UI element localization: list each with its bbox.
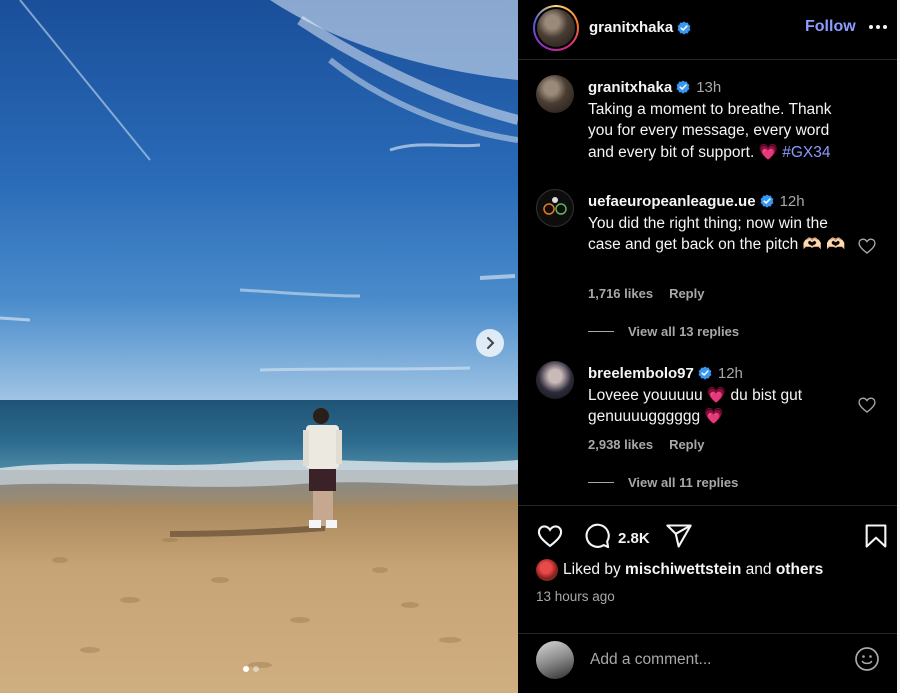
comment-avatar[interactable] bbox=[536, 189, 574, 227]
caption-author-avatar[interactable] bbox=[536, 75, 574, 113]
beach-photo bbox=[0, 0, 518, 693]
liked-by-avatar[interactable] bbox=[536, 559, 558, 581]
verified-badge-icon bbox=[677, 20, 691, 35]
caption-emoji: 💗 bbox=[758, 143, 778, 161]
liked-by-prefix: Liked by bbox=[563, 561, 621, 578]
verified-badge-icon bbox=[676, 80, 690, 94]
liked-by-user[interactable]: mischiwettstein bbox=[625, 561, 741, 579]
comment-likes[interactable]: 2,938 likes bbox=[588, 437, 653, 452]
author-avatar[interactable] bbox=[533, 5, 579, 51]
liked-by: Liked by mischiwettstein and others bbox=[536, 559, 823, 581]
replies-divider bbox=[588, 331, 614, 332]
view-replies-button[interactable]: View all 13 replies bbox=[588, 324, 739, 339]
liked-by-and: and bbox=[745, 561, 772, 578]
more-horizontal-icon[interactable] bbox=[867, 16, 889, 38]
comments-scroll-area[interactable]: granitxhaka 13h Taking a moment to breath… bbox=[518, 61, 897, 505]
post-photo[interactable] bbox=[0, 0, 518, 693]
next-photo-button[interactable] bbox=[476, 329, 504, 357]
caption-time: 13h bbox=[696, 79, 722, 96]
comment-item: uefaeuropeanleague.ue 12h You did the rig… bbox=[518, 189, 897, 329]
reply-button[interactable]: Reply bbox=[669, 437, 704, 452]
author-username[interactable]: granitxhaka bbox=[589, 19, 673, 36]
caption: granitxhaka 13h Taking a moment to breath… bbox=[518, 75, 897, 175]
comment-bubble-icon[interactable] bbox=[583, 522, 611, 550]
comment-time: 12h bbox=[717, 365, 743, 382]
paper-plane-icon[interactable] bbox=[665, 522, 693, 550]
carousel-dot bbox=[253, 666, 259, 672]
comment-username[interactable]: uefaeuropeanleague.ue bbox=[588, 193, 756, 210]
carousel-indicator bbox=[243, 666, 259, 672]
view-replies-button[interactable]: View all 11 replies bbox=[588, 475, 738, 490]
post-header: granitxhaka Follow bbox=[518, 0, 897, 60]
caption-username[interactable]: granitxhaka bbox=[588, 79, 672, 96]
uefa-logo bbox=[543, 197, 567, 215]
comment-count[interactable]: 2.8K bbox=[618, 530, 650, 547]
caption-hashtag[interactable]: #GX34 bbox=[782, 144, 830, 161]
replies-divider bbox=[588, 482, 614, 483]
viewer-avatar bbox=[536, 641, 574, 679]
comment-text: Loveee youuuuu 💗 du bist gut genuuuugggg… bbox=[588, 386, 803, 426]
chevron-right-icon bbox=[487, 337, 495, 349]
comment-time: 12h bbox=[779, 193, 805, 210]
view-replies-label: View all 13 replies bbox=[628, 324, 740, 339]
heart-icon[interactable] bbox=[536, 522, 564, 550]
bookmark-icon[interactable] bbox=[862, 522, 890, 550]
add-comment-bar bbox=[518, 633, 897, 693]
follow-button[interactable]: Follow bbox=[805, 18, 856, 36]
liked-by-others[interactable]: others bbox=[776, 561, 823, 579]
comment-item: breelembolo97 12h Loveee youuuuu 💗 du bis… bbox=[518, 361, 897, 471]
verified-badge-icon bbox=[760, 194, 773, 208]
comment-username[interactable]: breelembolo97 bbox=[588, 365, 694, 382]
view-replies-label: View all 11 replies bbox=[628, 475, 739, 490]
smiley-icon[interactable] bbox=[854, 646, 880, 672]
post-actions: 2.8K Liked by mischiwettstein and others… bbox=[518, 505, 897, 693]
carousel-dot-active bbox=[243, 666, 249, 672]
verified-badge-icon bbox=[698, 366, 712, 380]
heart-icon[interactable] bbox=[857, 395, 877, 415]
post-time[interactable]: 13 hours ago bbox=[536, 589, 615, 604]
reply-button[interactable]: Reply bbox=[669, 286, 704, 301]
post-side-panel: granitxhaka Follow granitxhaka 13h Taking… bbox=[518, 0, 897, 693]
comment-avatar[interactable] bbox=[536, 361, 574, 399]
add-comment-input[interactable] bbox=[590, 646, 840, 674]
comment-likes[interactable]: 1,716 likes bbox=[588, 286, 653, 301]
heart-icon[interactable] bbox=[857, 236, 877, 256]
comment-text: You did the right thing; now win the cas… bbox=[588, 214, 846, 254]
